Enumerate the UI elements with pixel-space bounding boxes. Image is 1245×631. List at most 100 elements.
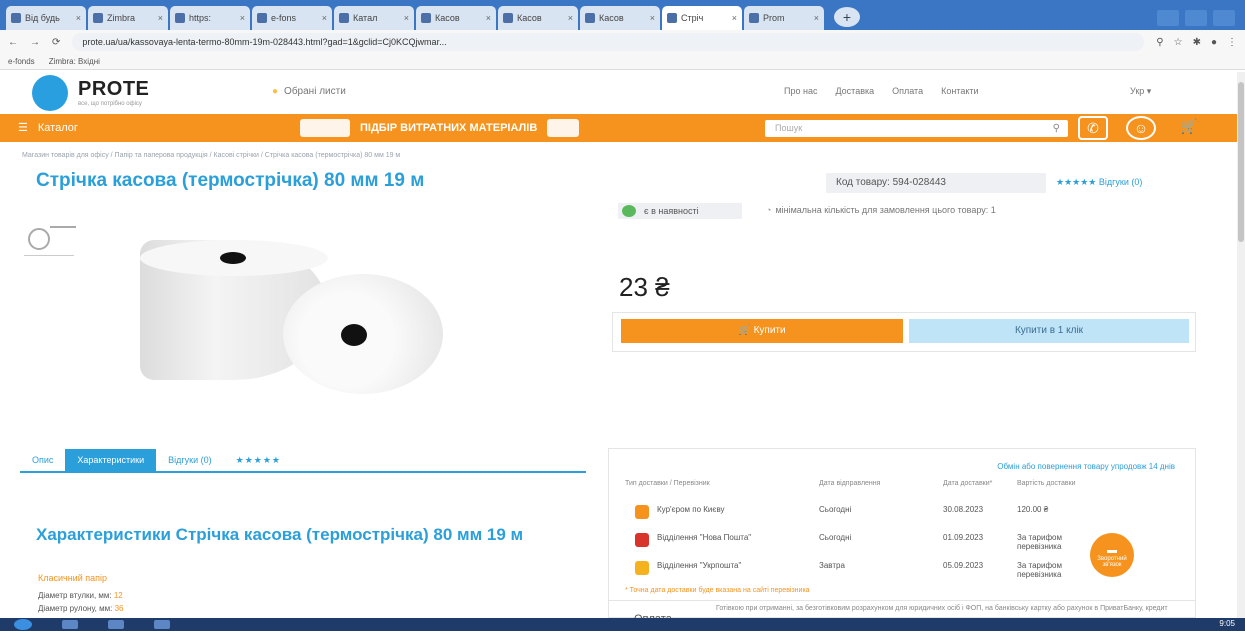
nav-delivery[interactable]: Доставка (835, 86, 874, 96)
account-icon[interactable]: ☺ (1126, 116, 1156, 140)
star-icon[interactable]: ☆ (1174, 37, 1183, 48)
browser-tab[interactable]: https: × (170, 6, 250, 30)
search-input[interactable]: Пошук ⚲ (765, 120, 1068, 137)
product-thumbnail[interactable] (24, 222, 76, 256)
logo-icon[interactable] (32, 75, 68, 111)
tab-favicon-icon (421, 13, 431, 23)
language-select[interactable]: Укр ▾ (1130, 86, 1151, 97)
site-header: PROTE все, що потрібно офісу Обрані лист… (0, 72, 1245, 114)
close-tab-icon[interactable]: × (650, 13, 655, 23)
buy-box: 🛒 Купити Купити в 1 клік (612, 312, 1196, 352)
specs-title: Характеристики Стрічка касова (термострі… (36, 525, 524, 544)
tab-favicon-icon (175, 13, 185, 23)
return-policy-link[interactable]: Обмін або повернення товару упродовж 14 … (997, 462, 1175, 471)
browser-tab-active[interactable]: Стріч × (662, 6, 742, 30)
rating-stars: ★★★★★ (235, 455, 281, 465)
chat-button[interactable]: Зворотний зв'язок (1090, 533, 1134, 577)
reload-icon[interactable]: ⟳ (52, 37, 60, 48)
catalog-button[interactable]: Каталог (18, 121, 78, 134)
clock: 9:05 (1219, 619, 1235, 628)
start-button[interactable] (14, 619, 32, 630)
cartridge-icon (300, 119, 350, 137)
browser-tab[interactable]: Касов × (580, 6, 660, 30)
browser-tab[interactable]: Касов × (416, 6, 496, 30)
paper-roll-image (283, 274, 443, 394)
specs-section-label: Класичний папір (38, 573, 107, 583)
favorites-link[interactable]: Обрані листи (272, 86, 346, 97)
close-tab-icon[interactable]: × (732, 13, 737, 23)
back-icon[interactable]: ← (8, 37, 18, 48)
minimize-button[interactable] (1157, 10, 1179, 26)
close-tab-icon[interactable]: × (568, 13, 573, 23)
min-quantity-note: мінімальна кількість для замовлення цьог… (766, 205, 995, 215)
nova-poshta-icon (635, 533, 649, 547)
close-tab-icon[interactable]: × (158, 13, 163, 23)
extensions: ⚲ ☆ ✱ ● ⋮ (1156, 37, 1237, 48)
taskbar-app-icon[interactable] (62, 620, 78, 629)
consumables-picker-banner[interactable]: ПІДБІР ВИТРАТНИХ МАТЕРІАЛІВ (300, 118, 730, 138)
profile-icon[interactable]: ● (1211, 37, 1217, 48)
tab-favicon-icon (11, 13, 21, 23)
one-click-buy-button[interactable]: Купити в 1 клік (909, 319, 1189, 343)
tab-characteristics[interactable]: Характеристики (65, 449, 157, 471)
new-tab-button[interactable]: + (834, 7, 860, 27)
menu-icon[interactable]: ⋮ (1227, 37, 1237, 48)
window-controls (1157, 10, 1245, 26)
nav-contacts[interactable]: Контакти (941, 86, 978, 96)
rating-reviews-link[interactable]: ★★★★★ Відгуки (0) (1056, 177, 1142, 188)
browser-tab[interactable]: Від будь × (6, 6, 86, 30)
browser-tab[interactable]: Zimbra × (88, 6, 168, 30)
search-icon[interactable]: ⚲ (1156, 37, 1163, 48)
orange-nav-bar: Каталог ПІДБІР ВИТРАТНИХ МАТЕРІАЛІВ Пошу… (0, 114, 1245, 142)
delivery-header: Дата доставки* (943, 480, 993, 487)
taskbar-app-icon[interactable] (154, 620, 170, 629)
tab-favicon-icon (667, 13, 677, 23)
close-tab-icon[interactable]: × (76, 13, 81, 23)
tab-favicon-icon (503, 13, 513, 23)
logo[interactable]: PROTE (78, 78, 149, 101)
nav-about[interactable]: Про нас (784, 86, 817, 96)
top-nav: Про нас Доставка Оплата Контакти (784, 86, 979, 96)
close-tab-icon[interactable]: × (322, 13, 327, 23)
price: 23 ₴ (619, 272, 670, 302)
extensions-icon[interactable]: ✱ (1193, 37, 1201, 48)
close-tab-icon[interactable]: × (814, 13, 819, 23)
phone-icon[interactable]: ✆ (1078, 116, 1108, 140)
delivery-header: Тип доставки / Перевізник (625, 480, 710, 487)
logo-tagline: все, що потрібно офісу (78, 101, 142, 107)
bookmark-item[interactable]: Zimbra: Вхідні (49, 57, 100, 66)
scrollbar-thumb[interactable] (1238, 82, 1244, 242)
maximize-button[interactable] (1185, 10, 1207, 26)
tab-description[interactable]: Опис (20, 449, 65, 471)
buy-button[interactable]: 🛒 Купити (621, 319, 903, 343)
delivery-header: Вартість доставки (1017, 480, 1076, 487)
nav-payment[interactable]: Оплата (892, 86, 923, 96)
search-icon[interactable]: ⚲ (1053, 120, 1060, 137)
delivery-header: Дата відправлення (819, 480, 881, 487)
close-window-button[interactable] (1213, 10, 1235, 26)
close-tab-icon[interactable]: × (404, 13, 409, 23)
bookmark-item[interactable]: e-fonds (8, 57, 35, 66)
browser-tab[interactable]: Касов × (498, 6, 578, 30)
close-tab-icon[interactable]: × (486, 13, 491, 23)
page-scrollbar[interactable] (1237, 72, 1245, 618)
forward-icon[interactable]: → (30, 37, 40, 48)
close-tab-icon[interactable]: × (240, 13, 245, 23)
tab-favicon-icon (93, 13, 103, 23)
delivery-row: Кур'єром по Києву Сьогодні 30.08.2023 12… (609, 499, 1197, 523)
url-field[interactable]: prote.ua/ua/kassovaya-lenta-termo-80mm-1… (72, 33, 1145, 51)
browser-tab[interactable]: Катал × (334, 6, 414, 30)
printer-icon (547, 119, 580, 137)
cart-icon[interactable]: 🛒 (1174, 116, 1204, 140)
tab-favicon-icon (257, 13, 267, 23)
tab-reviews[interactable]: Відгуки (0) (156, 449, 224, 471)
browser-tabstrip: Від будь × Zimbra × https: × e-fons × Катал ×… (0, 0, 1245, 30)
taskbar-app-icon[interactable] (108, 620, 124, 629)
browser-tab[interactable]: e-fons × (252, 6, 332, 30)
address-bar-row: ← → ⟳ prote.ua/ua/kassovaya-lenta-termo-… (0, 30, 1245, 54)
browser-tab[interactable]: Prom × (744, 6, 824, 30)
breadcrumb[interactable]: Магазин товарів для офісу / Папір та пап… (22, 152, 400, 159)
bookmarks-bar: e-fonds Zimbra: Вхідні (0, 54, 1245, 70)
payment-text: Готівкою при отриманні, за безготівковим… (716, 605, 1168, 612)
ukrposhta-icon (635, 561, 649, 575)
